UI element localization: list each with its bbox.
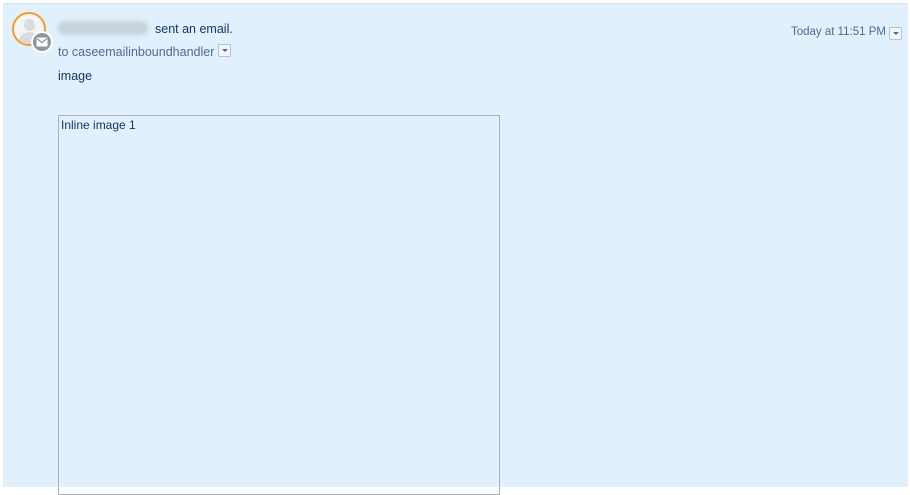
recipient-dropdown-button[interactable] bbox=[218, 44, 232, 57]
inline-image[interactable]: Inline image 1 bbox=[58, 115, 500, 495]
envelope-icon bbox=[31, 31, 53, 53]
action-text: sent an email. bbox=[155, 22, 233, 36]
post-menu-dropdown-button[interactable] bbox=[889, 27, 902, 40]
recipient-label: to caseemailinboundhandler bbox=[58, 45, 215, 59]
email-body-text: image bbox=[58, 69, 93, 83]
post-menu bbox=[889, 26, 902, 44]
inline-image-alt-text: Inline image 1 bbox=[61, 118, 136, 132]
timestamp[interactable]: Today at 11:51 PM bbox=[791, 25, 886, 39]
actor-name-redacted[interactable] bbox=[58, 21, 148, 35]
recipient-line: to caseemailinboundhandler bbox=[58, 44, 232, 60]
avatar-head bbox=[24, 19, 35, 31]
feed-item: sent an email. to caseemailinboundhandle… bbox=[3, 3, 908, 495]
